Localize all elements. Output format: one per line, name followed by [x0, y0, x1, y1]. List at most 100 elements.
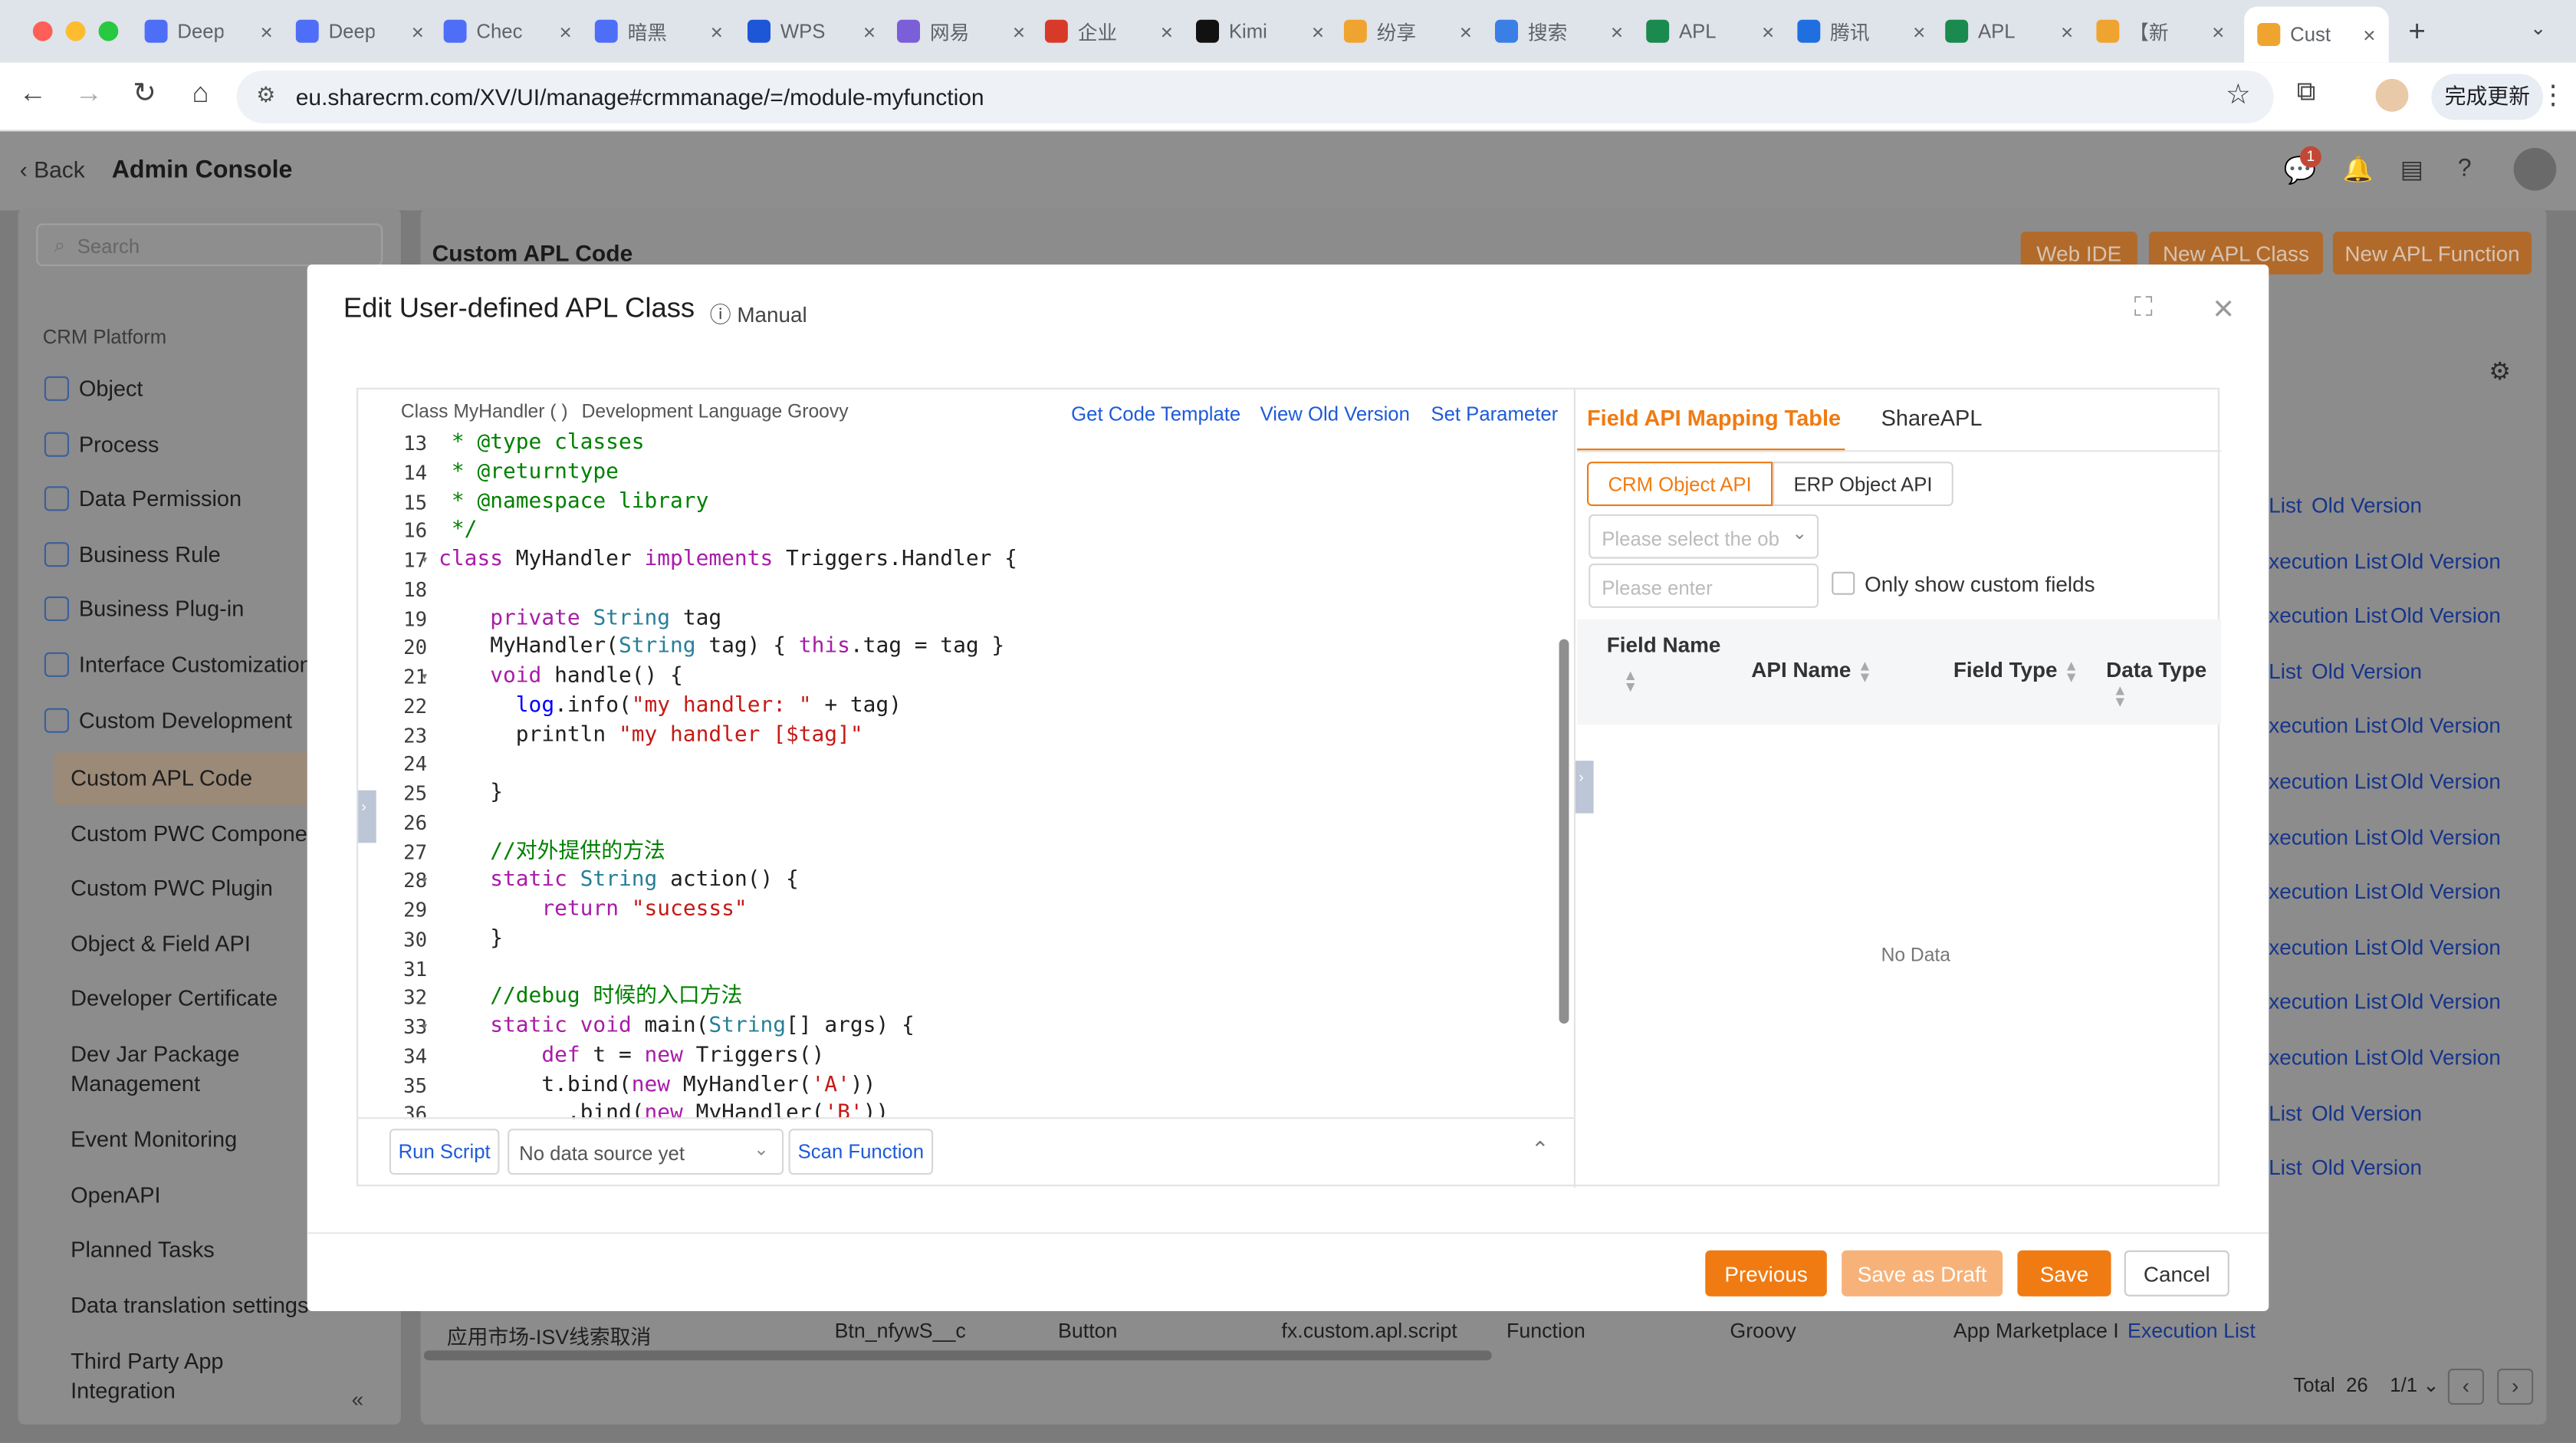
tab-shareapl[interactable]: ShareAPL — [1881, 406, 1983, 430]
browser-tab[interactable]: APL × — [1646, 12, 1774, 51]
chevron-up-icon[interactable]: ⌃ — [1531, 1137, 1549, 1163]
close-icon[interactable]: × — [2213, 288, 2234, 330]
manual-link[interactable]: ⓘ Manual — [710, 297, 807, 329]
execution-list-link[interactable]: List — [2269, 493, 2302, 518]
minimize-window-dot[interactable] — [65, 21, 86, 41]
old-version-link[interactable]: Old Version — [2390, 769, 2501, 794]
field-search-input[interactable]: Please enter — [1589, 564, 1819, 608]
execution-list-link[interactable]: List — [2269, 1100, 2302, 1125]
horizontal-scrollbar[interactable] — [423, 1350, 1492, 1361]
close-window-dot[interactable] — [32, 21, 53, 41]
tab-list-chevron-icon[interactable]: ⌄ — [2530, 16, 2547, 39]
sidebar-item[interactable]: Custom Development — [44, 707, 292, 732]
sidebar-item[interactable]: Object — [44, 376, 143, 401]
sidebar-subitem[interactable]: Custom PWC Plugin — [71, 874, 317, 904]
old-version-link[interactable]: Old Version — [2390, 990, 2501, 1014]
sidebar-search-input[interactable]: ⌕ Search — [36, 223, 383, 267]
tab-close-icon[interactable]: × — [1460, 19, 1472, 44]
cancel-button[interactable]: Cancel — [2124, 1250, 2229, 1297]
browser-tab[interactable]: 搜索 × — [1494, 12, 1623, 51]
browser-tab[interactable]: 腾讯 × — [1797, 12, 1925, 51]
sort-icon[interactable]: ▲ ▼ — [2113, 682, 2128, 708]
tab-close-icon[interactable]: × — [1762, 19, 1774, 44]
zoom-window-dot[interactable] — [98, 21, 119, 41]
sidebar-subitem[interactable]: Third Party App Integration — [71, 1346, 317, 1405]
sidebar-item[interactable]: Interface Customization — [44, 652, 312, 677]
tab-close-icon[interactable]: × — [1312, 19, 1324, 44]
sidebar-item[interactable]: Business Rule — [44, 541, 221, 567]
reload-icon[interactable]: ↻ — [125, 77, 164, 110]
tab-close-icon[interactable]: × — [412, 19, 424, 44]
back-arrow-icon[interactable]: ← — [13, 77, 52, 110]
bookmark-star-icon[interactable]: ☆ — [2226, 79, 2251, 112]
browser-tab[interactable]: 【新 × — [2096, 12, 2224, 51]
save-button[interactable]: Save — [2017, 1250, 2111, 1297]
crm-object-api-toggle[interactable]: CRM Object API — [1587, 462, 1773, 506]
browser-tab[interactable]: APL × — [1945, 12, 2073, 51]
fold-arrow-icon[interactable]: ▾ — [421, 1012, 429, 1042]
browser-tab[interactable]: Chec × — [443, 12, 572, 51]
tab-field-api-mapping[interactable]: Field API Mapping Table — [1587, 406, 1841, 430]
update-button[interactable]: 完成更新 — [2431, 74, 2544, 120]
sidebar-item[interactable]: Process — [44, 431, 159, 456]
browser-tab[interactable]: Deep × — [295, 12, 424, 51]
execution-list-link[interactable]: xecution List — [2269, 990, 2387, 1014]
home-icon[interactable]: ⌂ — [181, 77, 220, 110]
sort-icon[interactable]: ▲ ▼ — [2064, 657, 2078, 683]
old-version-link[interactable]: Old Version — [2390, 824, 2501, 849]
browser-tab[interactable]: 企业 × — [1044, 12, 1173, 51]
collapse-sidebar-icon[interactable]: « — [352, 1387, 364, 1412]
execution-list-link[interactable]: xecution List — [2269, 879, 2387, 904]
object-select[interactable]: Please select the ob ⌄ — [1589, 514, 1819, 559]
tab-close-icon[interactable]: × — [1161, 19, 1173, 44]
execution-list-link[interactable]: xecution List — [2269, 769, 2387, 794]
only-custom-checkbox[interactable] — [1832, 571, 1855, 595]
column-data-type[interactable]: Data Type▲ ▼ — [2106, 657, 2218, 708]
sidebar-subitem[interactable]: Custom PWC Componer — [71, 819, 317, 849]
tab-close-icon[interactable]: × — [2363, 22, 2375, 47]
run-script-button[interactable]: Run Script — [389, 1129, 500, 1175]
sidebar-item[interactable]: Data Permission — [44, 486, 242, 511]
sidebar-item[interactable]: Business Plug-in — [44, 597, 244, 622]
extensions-icon[interactable]: ⧉ — [2297, 79, 2316, 109]
url-field[interactable]: ⚙ eu.sharecrm.com/XV/UI/manage#crmmanage… — [236, 71, 2274, 123]
bell-icon[interactable]: 🔔 — [2343, 154, 2374, 184]
view-old-version-link[interactable]: View Old Version — [1260, 403, 1410, 426]
sidebar-subitem[interactable]: OpenAPI — [71, 1181, 317, 1211]
get-code-template-link[interactable]: Get Code Template — [1071, 403, 1240, 426]
execution-list-link[interactable]: xecution List — [2269, 714, 2387, 738]
column-field-type[interactable]: Field Type ▲ ▼ — [1953, 657, 2078, 683]
browser-tab[interactable]: 暗黑 × — [594, 12, 723, 51]
fullscreen-icon[interactable]: ⛶ — [2134, 294, 2153, 324]
execution-list-link[interactable]: List — [2269, 659, 2302, 683]
tab-close-icon[interactable]: × — [2061, 19, 2073, 44]
forward-arrow-icon[interactable]: → — [69, 77, 108, 110]
prev-page-button[interactable]: ‹ — [2447, 1369, 2484, 1405]
browser-tab[interactable]: 网易 × — [897, 12, 1025, 51]
browser-tab[interactable]: 纷享 × — [1343, 12, 1472, 51]
sort-icon[interactable]: ▲ ▼ — [1858, 657, 1872, 683]
sidebar-subitem[interactable]: Object & Field API — [71, 929, 317, 959]
new-apl-function-button[interactable]: New APL Function — [2332, 232, 2532, 274]
fold-arrow-icon[interactable]: ▾ — [421, 662, 429, 692]
sidebar-subitem[interactable]: Event Monitoring — [71, 1126, 317, 1155]
tab-close-icon[interactable]: × — [559, 19, 571, 44]
sidebar-subitem[interactable]: Custom APL Code — [71, 764, 317, 794]
erp-object-api-toggle[interactable]: ERP Object API — [1773, 462, 1953, 506]
menu-dots-icon[interactable]: ⋮ — [2540, 79, 2566, 112]
site-settings-icon[interactable]: ⚙ — [256, 82, 275, 108]
old-version-link[interactable]: Old Version — [2390, 935, 2501, 959]
old-version-link[interactable]: Old Version — [2312, 659, 2422, 683]
settings-gear-icon[interactable]: ⚙ — [2489, 357, 2511, 386]
execution-list-link[interactable]: xecution List — [2269, 935, 2387, 959]
old-version-link[interactable]: Old Version — [2390, 1045, 2501, 1070]
tab-close-icon[interactable]: × — [1013, 19, 1025, 44]
set-parameter-link[interactable]: Set Parameter — [1431, 403, 1558, 426]
old-version-link[interactable]: Old Version — [2312, 1155, 2422, 1180]
new-tab-icon[interactable]: + — [2408, 15, 2426, 49]
old-version-link[interactable]: Old Version — [2390, 603, 2501, 628]
tab-close-icon[interactable]: × — [260, 19, 272, 44]
back-link[interactable]: ‹ Back — [20, 156, 85, 182]
execution-list-link[interactable]: xecution List — [2269, 548, 2387, 573]
execution-list-link[interactable]: xecution List — [2269, 1045, 2387, 1070]
